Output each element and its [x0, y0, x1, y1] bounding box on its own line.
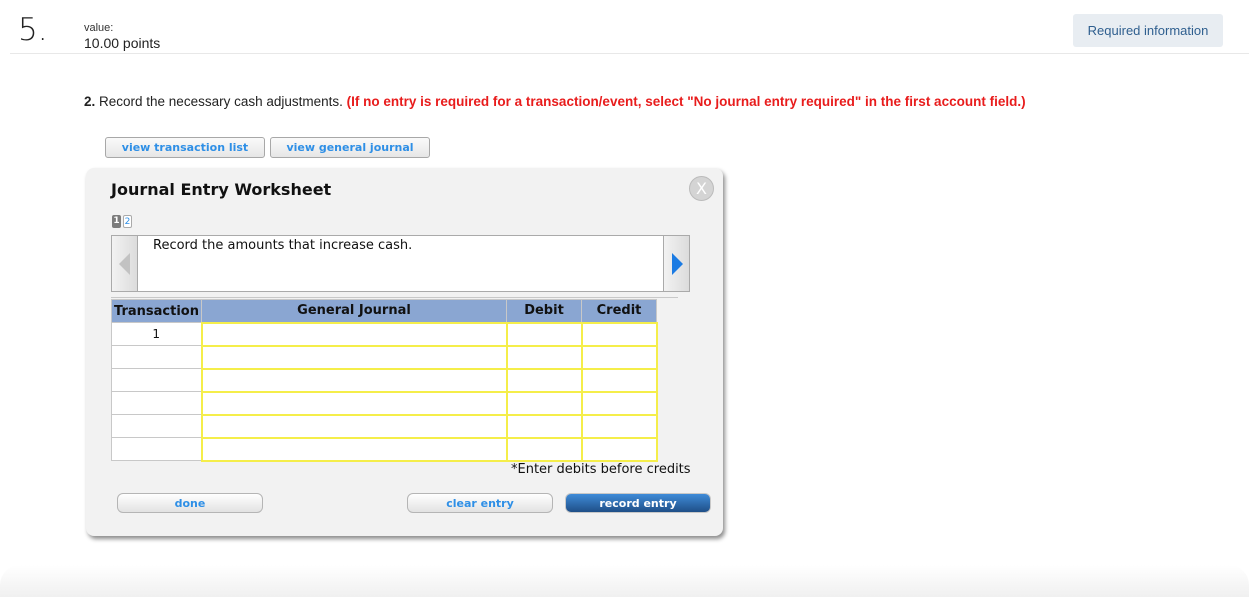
credit-input[interactable]: [582, 369, 656, 391]
account-input[interactable]: [202, 323, 506, 345]
bottom-panel-edge: [0, 565, 1249, 597]
credit-input[interactable]: [582, 323, 656, 345]
col-header-debit: Debit: [506, 299, 582, 323]
value-points: 10.00 points: [84, 35, 161, 51]
journal-row: [111, 390, 658, 416]
header-divider: [10, 53, 1249, 54]
view-transaction-list-button[interactable]: view transaction list: [105, 137, 265, 158]
account-input-cell: [200, 390, 508, 416]
debit-input[interactable]: [507, 415, 581, 437]
page-1-tab[interactable]: 1: [112, 215, 121, 228]
credit-input[interactable]: [582, 415, 656, 437]
debit-input[interactable]: [507, 369, 581, 391]
view-general-journal-button[interactable]: view general journal: [270, 137, 430, 158]
transaction-cell: [111, 368, 202, 392]
debit-input-cell: [505, 321, 583, 347]
journal-row: [111, 367, 658, 393]
instruction-note: (If no entry is required for a transacti…: [346, 94, 1026, 109]
debits-note: *Enter debits before credits: [511, 462, 691, 477]
credit-input[interactable]: [582, 392, 656, 414]
journal-row: 1: [111, 321, 658, 347]
debit-input-cell: [505, 367, 583, 393]
transaction-cell: [111, 437, 202, 461]
account-input[interactable]: [202, 438, 506, 460]
account-input-cell: [200, 413, 508, 439]
debit-input[interactable]: [507, 323, 581, 345]
account-input-cell: [200, 321, 508, 347]
debit-input-cell: [505, 436, 583, 462]
debit-input-cell: [505, 344, 583, 370]
credit-input-cell: [580, 367, 658, 393]
journal-row: [111, 436, 658, 462]
transaction-cell: 1: [111, 322, 202, 346]
journal-table: Transaction General Journal Debit Credit…: [111, 299, 658, 462]
credit-input-cell: [580, 436, 658, 462]
table-divider: [111, 297, 678, 298]
record-entry-button[interactable]: record entry: [565, 493, 711, 513]
debit-input[interactable]: [507, 438, 581, 460]
instruction: 2. Record the necessary cash adjustments…: [84, 94, 1026, 109]
credit-input-cell: [580, 390, 658, 416]
prompt-text: Record the amounts that increase cash.: [153, 238, 413, 253]
next-button[interactable]: [663, 236, 689, 291]
instruction-text: Record the necessary cash adjustments.: [95, 94, 347, 109]
col-header-general-journal: General Journal: [201, 299, 507, 323]
credit-input[interactable]: [582, 438, 656, 460]
col-header-credit: Credit: [581, 299, 657, 323]
question-value: value: 10.00 points: [84, 22, 160, 52]
credit-input-cell: [580, 321, 658, 347]
credit-input[interactable]: [582, 346, 656, 368]
journal-row: [111, 413, 658, 439]
debit-input-cell: [505, 390, 583, 416]
account-input[interactable]: [202, 415, 506, 437]
prompt-box: Record the amounts that increase cash.: [111, 235, 690, 292]
value-label: value:: [84, 22, 114, 34]
debit-input[interactable]: [507, 392, 581, 414]
col-header-transaction: Transaction: [111, 299, 202, 323]
debit-input-cell: [505, 413, 583, 439]
account-input[interactable]: [202, 369, 506, 391]
worksheet-title: Journal Entry Worksheet: [111, 180, 332, 199]
instruction-number: 2.: [84, 94, 96, 109]
account-input[interactable]: [202, 392, 506, 414]
account-input-cell: [200, 344, 508, 370]
journal-entry-worksheet: Journal Entry Worksheet X 1 2 Record the…: [86, 168, 723, 536]
debit-input[interactable]: [507, 346, 581, 368]
question-number: 5.: [18, 12, 48, 48]
journal-row: [111, 344, 658, 370]
account-input[interactable]: [202, 346, 506, 368]
transaction-cell: [111, 345, 202, 369]
arrow-right-icon: [672, 253, 683, 275]
required-information-button[interactable]: Required information: [1073, 14, 1223, 47]
worksheet-pager: 1 2: [112, 215, 132, 228]
credit-input-cell: [580, 413, 658, 439]
clear-entry-button[interactable]: clear entry: [407, 493, 553, 513]
close-icon[interactable]: X: [689, 176, 714, 201]
arrow-left-icon: [119, 253, 130, 275]
page-2-tab[interactable]: 2: [123, 215, 132, 228]
transaction-cell: [111, 414, 202, 438]
previous-button[interactable]: [112, 236, 138, 291]
account-input-cell: [200, 436, 508, 462]
credit-input-cell: [580, 344, 658, 370]
account-input-cell: [200, 367, 508, 393]
done-button[interactable]: done: [117, 493, 263, 513]
transaction-cell: [111, 391, 202, 415]
